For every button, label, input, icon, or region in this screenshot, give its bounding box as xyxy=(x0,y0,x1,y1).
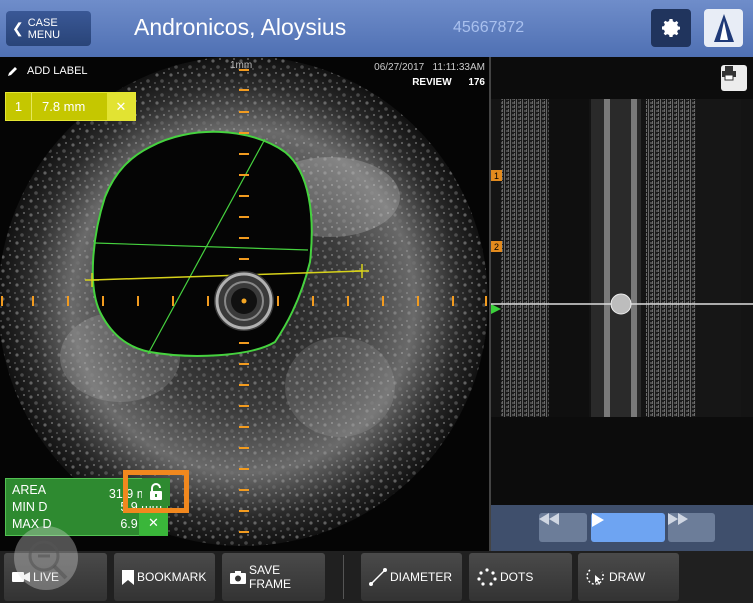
bookmark-1[interactable]: 1 xyxy=(491,170,502,181)
lock-open-icon xyxy=(150,482,162,500)
delete-area-button[interactable]: ✕ xyxy=(139,509,168,536)
bookmark-button[interactable]: BOOKMARK xyxy=(114,553,215,601)
dots-button[interactable]: DOTS xyxy=(469,553,572,601)
bookmark-1-label: 1 xyxy=(494,171,499,181)
frame-cursor-handle[interactable] xyxy=(610,293,632,315)
draw-button[interactable]: DRAW xyxy=(578,553,679,601)
mode-label: REVIEW xyxy=(412,77,452,88)
scale-label: 1mm xyxy=(230,60,253,71)
draw-label: DRAW xyxy=(609,570,646,584)
case-menu-button[interactable]: ❮ CASE MENU xyxy=(6,11,91,46)
close-icon: ✕ xyxy=(148,514,159,530)
delete-measurement-button[interactable]: ✕ xyxy=(107,93,135,120)
gear-icon xyxy=(662,19,680,37)
exam-time: 11:11:33AM xyxy=(432,62,485,73)
playback-bar xyxy=(491,505,753,551)
print-button[interactable] xyxy=(721,65,747,91)
add-label-button[interactable]: ADD LABEL xyxy=(7,65,88,77)
ivus-image xyxy=(0,57,488,546)
frame-number: 176 xyxy=(468,77,485,88)
add-label-text: ADD LABEL xyxy=(27,65,88,77)
length-measurement[interactable]: 1 7.8 mm ✕ xyxy=(5,92,136,121)
print-icon xyxy=(722,66,736,81)
settings-button[interactable] xyxy=(651,9,691,47)
play-icon xyxy=(592,513,604,527)
diameter-icon xyxy=(369,568,387,586)
patient-id: 45667872 xyxy=(453,19,525,36)
magnifier-overlay[interactable] xyxy=(14,526,78,590)
draw-icon xyxy=(586,567,606,587)
bottom-toolbar: LIVE BOOKMARK SAVE FRAME DIAMETER DOTS D… xyxy=(0,526,753,603)
ivus-cross-section[interactable]: ADD LABEL 1mm 06/27/2017 11:11:33AM REVI… xyxy=(0,57,489,551)
close-icon: ✕ xyxy=(115,98,127,114)
save-frame-icon xyxy=(230,570,246,584)
play-button[interactable] xyxy=(591,513,665,542)
pencil-icon xyxy=(8,67,17,76)
bookmark-2-label: 2 xyxy=(494,242,499,252)
catheter-logo-button[interactable] xyxy=(704,9,743,47)
case-menu-label: CASE MENU xyxy=(27,16,61,41)
save-frame-label: SAVE FRAME xyxy=(249,563,291,591)
diameter-label: DIAMETER xyxy=(390,570,453,584)
fast-forward-button[interactable] xyxy=(668,513,715,542)
longitudinal-view[interactable]: 1 2 xyxy=(489,57,753,551)
min-diameter-key: MIN D xyxy=(12,500,48,514)
catheter-logo-icon xyxy=(713,14,734,42)
longitudinal-image: 1 2 xyxy=(491,99,753,417)
bookmark-label: BOOKMARK xyxy=(137,570,207,584)
exam-date: 06/27/2017 xyxy=(374,62,425,73)
rewind-icon xyxy=(539,513,559,525)
dots-icon xyxy=(477,568,497,586)
toolbar-divider xyxy=(343,555,344,599)
lock-highlight[interactable] xyxy=(123,470,189,513)
rewind-button[interactable] xyxy=(539,513,587,542)
diameter-button[interactable]: DIAMETER xyxy=(361,553,462,601)
magnifier-icon xyxy=(28,540,68,580)
measurement-index: 1 xyxy=(6,93,32,120)
chevron-left-icon: ❮ xyxy=(12,20,24,36)
bookmark-2[interactable]: 2 xyxy=(491,241,502,252)
dots-label: DOTS xyxy=(500,570,534,584)
patient-name: Andronicos, Aloysius xyxy=(134,14,347,40)
lock-button[interactable] xyxy=(142,477,170,506)
timestamp-panel: 06/27/2017 11:11:33AM REVIEW 176 xyxy=(374,60,485,90)
fast-forward-icon xyxy=(668,513,688,525)
app-header: ❮ CASE MENU Andronicos, Aloysius 4566787… xyxy=(0,0,753,57)
measurement-value: 7.8 mm xyxy=(42,99,86,114)
bookmark-icon xyxy=(122,569,134,585)
save-frame-button[interactable]: SAVE FRAME xyxy=(222,553,325,601)
